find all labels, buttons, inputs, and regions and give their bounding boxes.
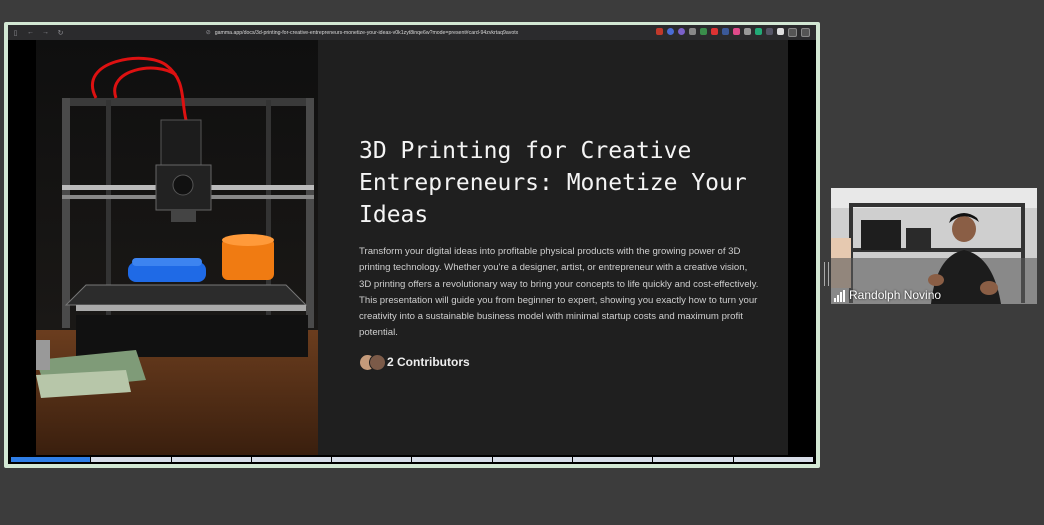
extension-icon[interactable] [667,28,674,35]
sidebar-icon[interactable]: ▯ [8,29,23,37]
address-bar[interactable]: ⊘ gamma.app/docs/3d-printing-for-creativ… [68,29,656,37]
slide-description: Transform your digital ideas into profit… [359,246,759,339]
participant-name: Randolph Novino [849,288,942,302]
avatar [369,353,386,371]
slide-progress-bar [11,457,813,462]
signal-strength-icon [834,290,845,302]
extension-icon[interactable] [689,28,696,35]
extension-icon[interactable] [722,28,729,35]
contributors-label: 2 Contributors [387,354,470,369]
progress-segment[interactable] [573,457,653,462]
webcam-tile[interactable]: Randolph Novino [831,188,1037,304]
extension-icon[interactable] [744,28,751,35]
progress-segment[interactable] [11,457,91,462]
reload-icon[interactable]: ↻ [53,29,68,37]
progress-segment[interactable] [653,457,733,462]
3d-printer-photo-icon [36,40,318,455]
progress-segment[interactable] [251,457,332,462]
contributors[interactable]: 2 Contributors [359,353,759,371]
link-icon: ⊘ [205,30,211,36]
back-icon[interactable]: ← [23,29,38,36]
webcam-video-icon [831,188,1037,304]
extension-icon[interactable] [801,28,810,37]
progress-segment[interactable] [332,457,412,462]
extension-icons [656,28,816,37]
extension-icon[interactable] [678,28,685,35]
extension-icon[interactable] [777,28,784,35]
extension-icon[interactable] [700,28,707,35]
screen-share-frame: ▯ ← → ↻ ⊘ gamma.app/docs/3d-printing-for… [4,22,820,468]
slide-title: 3D Printing for Creative Entrepreneurs: … [359,138,747,228]
contributor-avatars [359,353,387,371]
progress-segment[interactable] [492,457,573,462]
presentation-slide: 3D Printing for Creative Entrepreneurs: … [36,40,788,455]
shared-screen: ▯ ← → ↻ ⊘ gamma.app/docs/3d-printing-for… [8,25,816,464]
extension-icon[interactable] [711,28,718,35]
progress-segment[interactable] [733,457,813,462]
extension-icon[interactable] [656,28,663,35]
progress-segment[interactable] [171,457,251,462]
extension-icon[interactable] [766,28,773,35]
slide-content: 3D Printing for Creative Entrepreneurs: … [359,135,759,371]
extension-icon[interactable] [733,28,740,35]
progress-segment[interactable] [412,457,492,462]
forward-icon[interactable]: → [38,29,53,36]
browser-toolbar: ▯ ← → ↻ ⊘ gamma.app/docs/3d-printing-for… [8,25,816,40]
extension-icon[interactable] [755,28,762,35]
progress-segment[interactable] [91,457,171,462]
url-text: gamma.app/docs/3d-printing-for-creative-… [214,29,519,36]
resize-handle[interactable] [824,262,829,286]
extension-icon[interactable] [788,28,797,37]
participant-name-tag: Randolph Novino [834,288,941,302]
